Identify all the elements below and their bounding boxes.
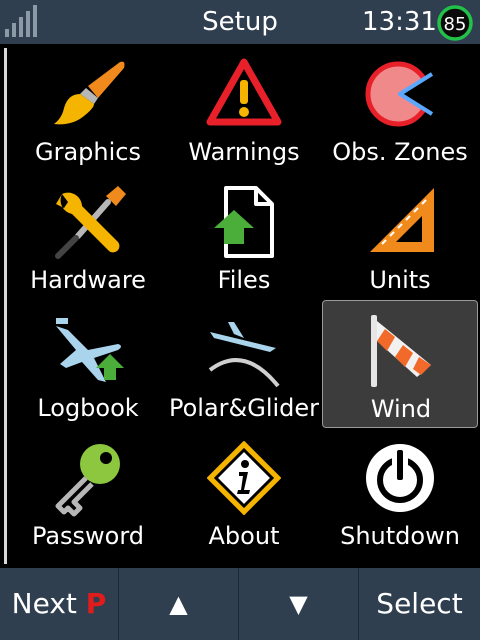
menu-item-units[interactable]: Units	[322, 172, 478, 300]
status-bar: Setup 13:31 85	[0, 0, 480, 44]
select-button[interactable]: Select	[359, 568, 480, 640]
menu-item-label: Units	[369, 266, 431, 294]
plane-upload-icon	[56, 318, 124, 382]
set-square-ruler-icon	[370, 188, 434, 252]
menu-item-label: Shutdown	[340, 522, 460, 550]
menu-item-graphics[interactable]: Graphics	[10, 44, 166, 172]
menu-item-label: Polar&Glider	[168, 394, 320, 422]
select-label: Select	[376, 587, 463, 620]
menu-item-label: About	[208, 522, 280, 550]
scrollbar-thumb[interactable]	[4, 48, 7, 564]
clock: 13:31	[362, 7, 437, 37]
battery-level: 85	[444, 14, 467, 35]
next-button[interactable]: Next P	[0, 568, 118, 640]
softkey-bar: Next P ▲ ▼ Select	[0, 568, 480, 640]
menu-item-logbook[interactable]: Logbook	[10, 300, 166, 428]
setup-menu-grid: Graphics Warnings Obs. Zones Hardware Fi…	[10, 44, 480, 568]
windsock-icon	[371, 315, 431, 387]
observation-zone-icon	[365, 61, 434, 127]
warning-triangle-icon	[206, 58, 282, 126]
battery-icon: 85	[437, 5, 473, 41]
glider-polar-icon	[208, 322, 280, 388]
menu-item-label: Wind	[370, 395, 432, 423]
menu-item-obs-zones[interactable]: Obs. Zones	[322, 44, 478, 172]
up-arrow-icon: ▲	[169, 590, 188, 618]
key-icon	[55, 444, 120, 517]
paintbrush-icon	[54, 61, 125, 125]
menu-item-wind[interactable]: Wind	[322, 300, 478, 428]
menu-item-label: Logbook	[37, 394, 139, 422]
menu-item-shutdown[interactable]: Shutdown	[322, 428, 478, 556]
file-upload-icon	[214, 186, 274, 258]
next-label: Next	[11, 587, 77, 620]
down-arrow-icon: ▼	[289, 590, 308, 618]
menu-item-files[interactable]: Files	[166, 172, 322, 300]
scroll-down-button[interactable]: ▼	[239, 568, 358, 640]
menu-item-warnings[interactable]: Warnings	[166, 44, 322, 172]
info-diamond-icon	[207, 441, 281, 515]
scroll-up-button[interactable]: ▲	[119, 568, 238, 640]
power-icon	[366, 444, 434, 512]
menu-item-label: Warnings	[188, 138, 300, 166]
next-hotkey-hint: P	[85, 587, 107, 620]
menu-item-label: Password	[31, 522, 145, 550]
menu-item-about[interactable]: About	[166, 428, 322, 556]
menu-item-hardware[interactable]: Hardware	[10, 172, 166, 300]
wrench-screwdriver-icon	[55, 186, 126, 259]
menu-item-label: Files	[217, 266, 271, 294]
menu-item-polar-glider[interactable]: Polar&Glider	[166, 300, 322, 428]
menu-item-label: Obs. Zones	[332, 138, 468, 166]
menu-item-label: Graphics	[35, 138, 141, 166]
menu-item-password[interactable]: Password	[10, 428, 166, 556]
menu-item-label: Hardware	[30, 266, 146, 294]
